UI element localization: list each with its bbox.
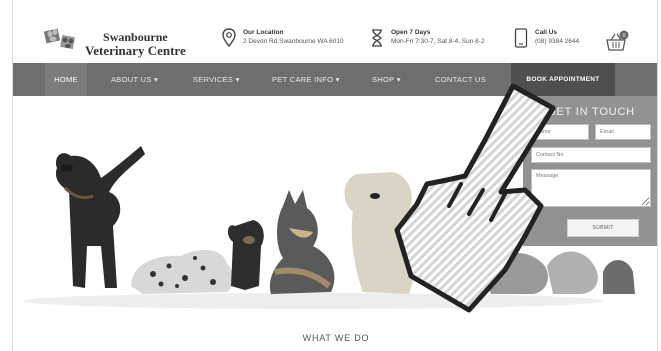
location-title: Our Location — [243, 29, 284, 36]
nav-item-pet-care-info[interactable]: PET CARE INFO ▾ — [272, 63, 340, 96]
hours-title: Open 7 Days — [391, 29, 431, 36]
call-title: Call Us — [535, 29, 558, 36]
submit-button[interactable]: SUBMIT — [567, 219, 639, 237]
logo-line-1: Swanbourne — [103, 30, 168, 44]
shopping-basket-icon[interactable]: 0 — [605, 30, 629, 52]
location-pin-icon — [222, 28, 236, 48]
header-location: Our Location 2 Devon Rd Swanbourne WA 60… — [221, 28, 344, 48]
location-detail: 2 Devon Rd Swanbourne WA 6010 — [243, 38, 344, 45]
paw-logo-icon[interactable] — [43, 26, 77, 52]
what-we-do-heading: WHAT WE DO — [302, 333, 370, 343]
email-field[interactable] — [595, 124, 651, 140]
cart-count: 0 — [622, 33, 625, 39]
dalmatian-illustration — [131, 249, 233, 294]
call-detail[interactable]: (08) 9384 2644 — [535, 37, 579, 46]
nav-item-services[interactable]: SERVICES ▾ — [193, 63, 240, 96]
pointing-hand-cursor-icon — [394, 83, 556, 313]
german-shepherd-illustration — [269, 190, 335, 294]
site-header: Swanbourne Veterinary Centre Our Locatio… — [13, 0, 657, 62]
logo-line-2: Veterinary Centre — [85, 43, 186, 58]
rottweiler-illustration — [55, 146, 146, 288]
browser-page: Swanbourne Veterinary Centre Our Locatio… — [12, 0, 658, 351]
puppy-illustration — [227, 220, 264, 290]
nav-item-home[interactable]: HOME — [45, 63, 87, 96]
phone-icon — [514, 28, 528, 48]
nav-item-about-us[interactable]: ABOUT US ▾ — [111, 63, 158, 96]
hours-detail: Mon-Fri 7:30-7, Sat 8-4, Sun 8-2 — [391, 38, 485, 45]
hourglass-icon — [372, 29, 382, 47]
site-logo-text[interactable]: Swanbourne Veterinary Centre — [85, 30, 186, 58]
header-call: Call Us (08) 9384 2644 — [513, 28, 579, 48]
header-hours: Open 7 Days Mon-Fri 7:30-7, Sat 8-4, Sun… — [369, 28, 485, 48]
